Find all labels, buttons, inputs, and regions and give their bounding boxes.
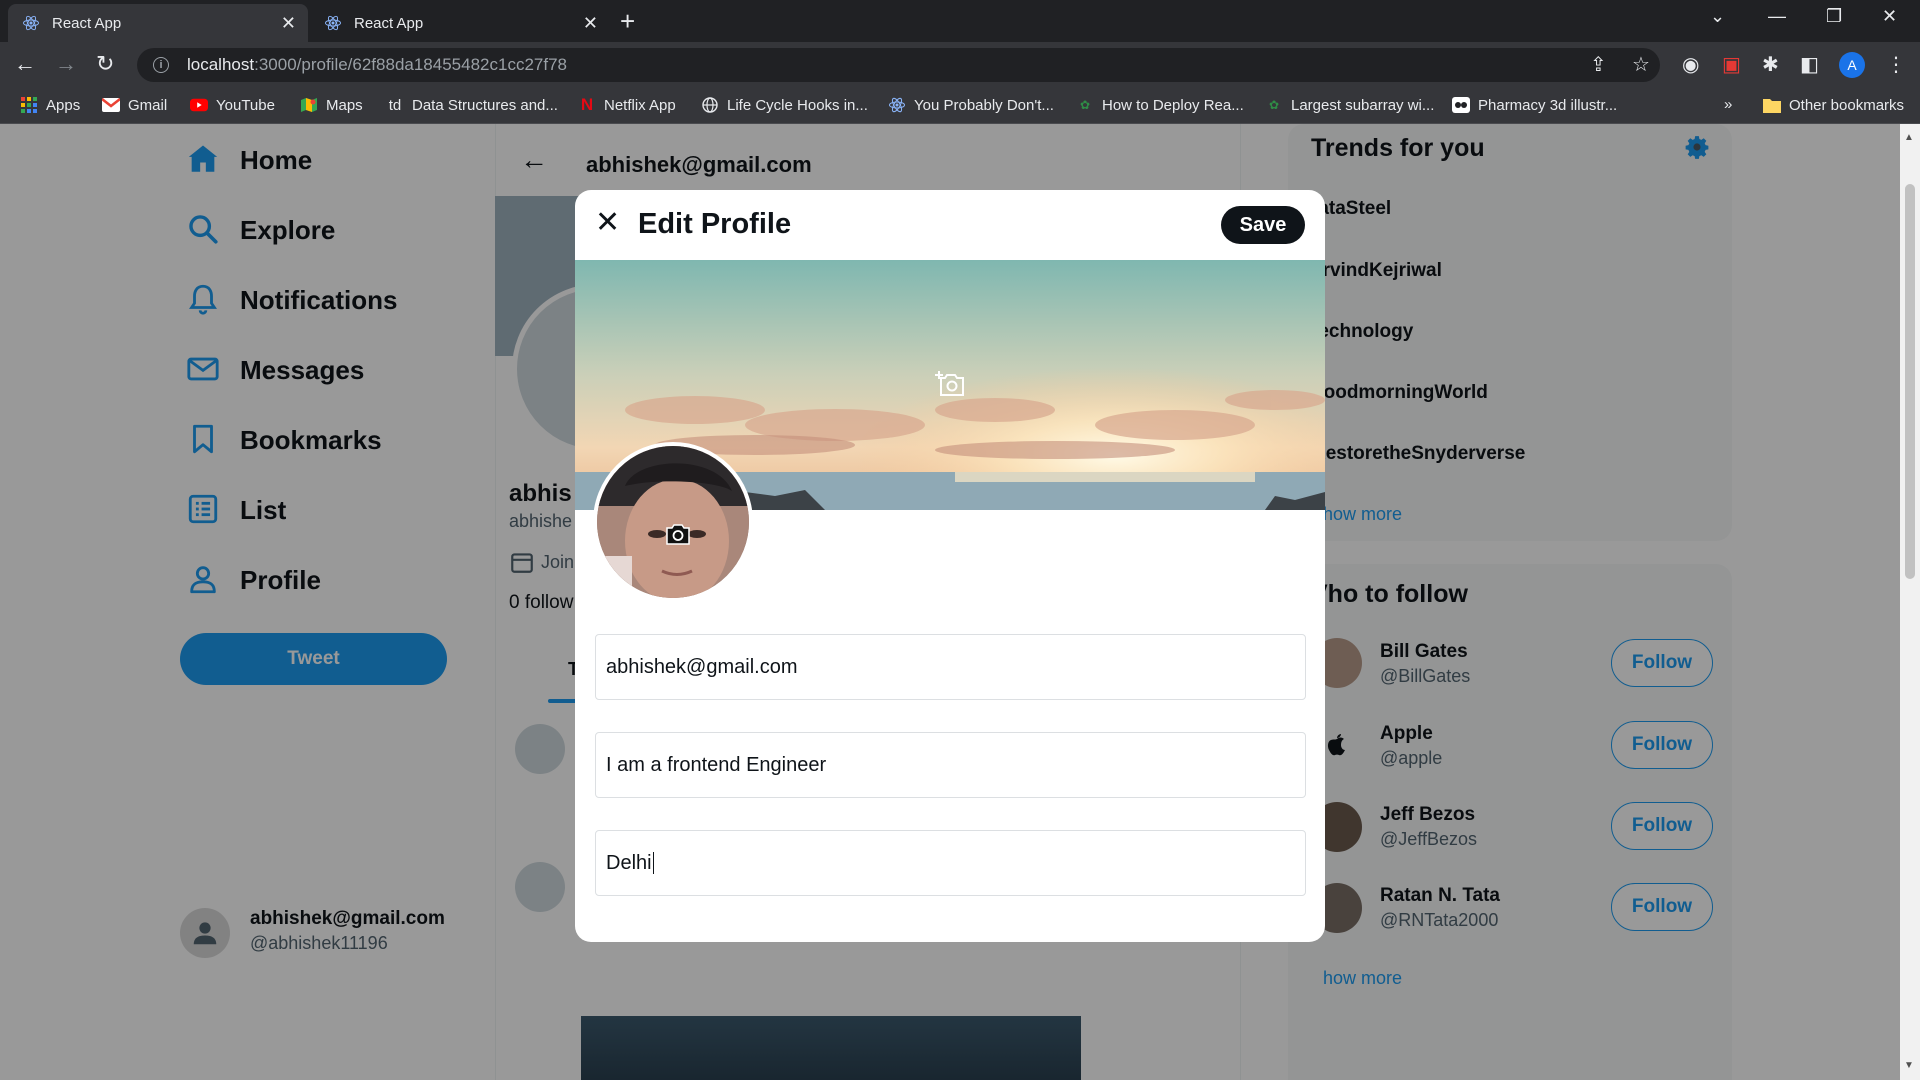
browser-toolbar: ← → ↻ i localhost:3000/profile/62f88da18… — [0, 42, 1920, 88]
twitter-clone-page: Home Explore Notifications Messages Book… — [0, 124, 1900, 1080]
netflix-icon: N — [580, 95, 594, 114]
bookmark-you-probably[interactable]: You Probably Don't... — [888, 96, 1054, 114]
menu-kebab-icon[interactable]: ⋮ — [1886, 54, 1906, 76]
bookmark-youtube[interactable]: YouTube — [190, 96, 275, 114]
extension-red-icon[interactable]: ▣ — [1722, 54, 1741, 76]
bookmark-label: Pharmacy 3d illustr... — [1478, 96, 1618, 114]
react-icon — [324, 14, 342, 32]
bookmark-maps[interactable]: Maps — [300, 96, 363, 114]
site-info-icon[interactable]: i — [153, 57, 169, 73]
edit-profile-modal: ✕ Edit Profile Save abhishek@gmail.com I… — [575, 190, 1325, 942]
youtube-icon — [190, 96, 208, 114]
bookmark-gmail[interactable]: Gmail — [102, 96, 167, 114]
bookmark-netflix[interactable]: N Netflix App — [578, 95, 676, 114]
scrollbar-thumb[interactable] — [1905, 184, 1915, 579]
tab-strip: React App ✕ React App ✕ + ⌄ — ❐ ✕ — [0, 0, 1920, 42]
add-photo-icon[interactable] — [935, 370, 965, 400]
close-tab-icon[interactable]: ✕ — [281, 14, 296, 32]
react-icon — [888, 96, 906, 114]
location-field[interactable]: Delhi — [595, 830, 1306, 896]
browser-tab-active[interactable]: React App ✕ — [8, 4, 308, 42]
more-bookmarks-chevron-icon: » — [1724, 96, 1733, 113]
bookmark-label: Netflix App — [604, 96, 676, 114]
bookmark-label: Apps — [46, 96, 81, 114]
bookmark-largest-subarray[interactable]: ✿ Largest subarray wi... — [1265, 96, 1434, 114]
bookmark-label: YouTube — [216, 96, 275, 114]
bookmark-lifecycle[interactable]: Life Cycle Hooks in... — [701, 96, 868, 114]
bookmark-star-icon[interactable]: ☆ — [1632, 54, 1650, 76]
location-value: Delhi — [606, 851, 652, 874]
bookmark-label: How to Deploy Rea... — [1102, 96, 1244, 114]
other-bookmarks[interactable]: Other bookmarks — [1763, 96, 1904, 114]
bookmark-label: Maps — [326, 96, 363, 114]
bookmark-label: Gmail — [128, 96, 168, 114]
bookmarks-bar: Apps Gmail YouTube Maps td Data Structur… — [0, 88, 1920, 124]
scroll-up-arrow-icon[interactable]: ▲ — [1904, 132, 1914, 143]
text-caret — [652, 852, 655, 874]
bookmark-label: Other bookmarks — [1789, 96, 1905, 114]
bookmark-apps[interactable]: Apps — [20, 96, 80, 114]
reload-icon[interactable]: ↻ — [96, 52, 114, 76]
bookmark-label: Data Structures and... — [412, 96, 558, 114]
globe-icon — [701, 96, 719, 114]
save-button[interactable]: Save — [1221, 206, 1305, 244]
bookmark-label: Largest subarray wi... — [1291, 96, 1435, 114]
extensions-puzzle-icon[interactable]: ✱ — [1762, 54, 1779, 76]
bookmark-data-structures[interactable]: td Data Structures and... — [386, 96, 558, 114]
scroll-down-arrow-icon[interactable]: ▼ — [1904, 1060, 1914, 1071]
window-close-icon[interactable]: ✕ — [1882, 6, 1897, 27]
restore-icon[interactable]: ❐ — [1826, 6, 1842, 27]
pharmacy-icon — [1452, 96, 1470, 114]
extension-record-icon[interactable]: ◉ — [1682, 54, 1699, 76]
more-bookmarks-button[interactable]: » — [1724, 96, 1732, 113]
side-panel-icon[interactable]: ◧ — [1800, 54, 1819, 76]
address-bar[interactable]: i localhost:3000/profile/62f88da18455482… — [137, 48, 1660, 82]
new-tab-icon[interactable]: + — [620, 8, 635, 34]
gmail-icon — [102, 96, 120, 114]
close-tab-icon[interactable]: ✕ — [583, 14, 598, 32]
url-path: :3000/profile/62f88da18455482c1cc27f78 — [254, 55, 567, 74]
react-icon — [22, 14, 40, 32]
tab-title: React App — [354, 14, 424, 32]
tab-title: React App — [52, 14, 122, 32]
modal-title: Edit Profile — [638, 208, 792, 240]
profile-avatar[interactable]: A — [1839, 52, 1865, 78]
avatar[interactable] — [593, 442, 753, 602]
bio-field[interactable] — [595, 732, 1306, 798]
leaf-icon: ✿ — [1268, 98, 1280, 112]
folder-icon — [1763, 96, 1781, 114]
back-icon[interactable]: ← — [14, 52, 36, 76]
bookmark-how-to-deploy[interactable]: ✿ How to Deploy Rea... — [1076, 96, 1244, 114]
forward-icon[interactable]: → — [55, 52, 77, 76]
browser-tab[interactable]: React App ✕ — [310, 4, 610, 42]
bookmark-pharmacy[interactable]: Pharmacy 3d illustr... — [1452, 96, 1617, 114]
url-host: localhost — [187, 55, 255, 74]
name-field[interactable] — [595, 634, 1306, 700]
minimize-icon[interactable]: — — [1768, 6, 1786, 27]
maps-icon — [300, 96, 318, 114]
camera-icon[interactable] — [664, 522, 692, 546]
leaf-icon: ✿ — [1079, 98, 1091, 112]
share-icon[interactable]: ⇪ — [1590, 54, 1607, 76]
apps-grid-icon — [20, 96, 38, 114]
page-scrollbar[interactable]: ▲ ▼ — [1900, 124, 1920, 1080]
bookmark-label: Life Cycle Hooks in... — [727, 96, 868, 114]
td-icon: td — [388, 96, 402, 114]
close-icon[interactable]: ✕ — [595, 208, 620, 238]
tab-search-chevron-icon[interactable]: ⌄ — [1710, 6, 1725, 27]
bookmark-label: You Probably Don't... — [914, 96, 1054, 114]
